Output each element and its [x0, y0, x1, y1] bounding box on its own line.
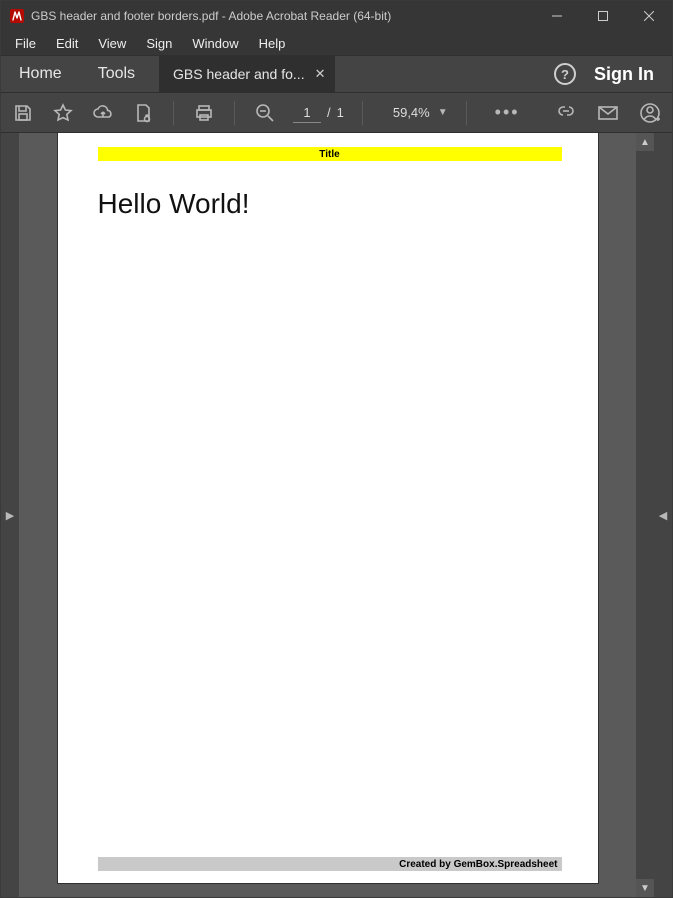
app-icon	[9, 8, 25, 24]
window-title: GBS header and footer borders.pdf - Adob…	[31, 9, 391, 23]
mail-icon[interactable]	[596, 101, 620, 125]
tab-home[interactable]: Home	[1, 56, 80, 92]
toolbar-divider	[234, 101, 235, 125]
tab-document-label: GBS header and fo...	[173, 66, 305, 82]
window-controls	[534, 1, 672, 31]
chevron-down-icon: ▼	[438, 107, 448, 118]
document-viewport[interactable]: Title Hello World! Created by GemBox.Spr…	[19, 133, 636, 897]
cloud-upload-icon[interactable]	[91, 101, 115, 125]
toolbar-divider	[466, 101, 467, 125]
zoom-out-icon[interactable]	[253, 101, 277, 125]
app-window: GBS header and footer borders.pdf - Adob…	[0, 0, 673, 898]
menu-help[interactable]: Help	[249, 31, 296, 55]
account-icon[interactable]	[638, 101, 662, 125]
page-separator: /	[327, 105, 331, 120]
header-right: ? Sign In	[554, 56, 672, 92]
tab-tools[interactable]: Tools	[80, 56, 153, 92]
page-total: 1	[337, 105, 344, 120]
header-row: Home Tools GBS header and fo... ✕ ? Sign…	[1, 55, 672, 93]
toolbar: 1 / 1 59,4% ▼ •••	[1, 93, 672, 133]
toolbar-divider	[173, 101, 174, 125]
page-indicator: 1 / 1	[293, 103, 344, 123]
content-area: ▶ Title Hello World! Created by GemBox.S…	[1, 133, 672, 897]
save-icon[interactable]	[11, 101, 35, 125]
page-header-bar: Title	[98, 147, 562, 161]
menu-file[interactable]: File	[5, 31, 46, 55]
toolbar-divider	[362, 101, 363, 125]
star-icon[interactable]	[51, 101, 75, 125]
more-tools-icon[interactable]: •••	[495, 102, 520, 123]
menu-view[interactable]: View	[88, 31, 136, 55]
maximize-button[interactable]	[580, 1, 626, 31]
page-current-input[interactable]: 1	[293, 103, 321, 123]
zoom-value: 59,4%	[393, 105, 430, 120]
tab-close-icon[interactable]: ✕	[315, 66, 326, 82]
close-button[interactable]	[626, 1, 672, 31]
menu-sign[interactable]: Sign	[136, 31, 182, 55]
scroll-down-icon[interactable]: ▼	[636, 879, 654, 897]
vertical-scrollbar[interactable]: ▲ ▼	[636, 133, 654, 897]
page-footer-bar: Created by GemBox.Spreadsheet	[98, 857, 562, 871]
page-body-text: Hello World!	[98, 188, 250, 220]
menu-edit[interactable]: Edit	[46, 31, 88, 55]
scroll-up-icon[interactable]: ▲	[636, 133, 654, 151]
link-icon[interactable]	[554, 101, 578, 125]
minimize-button[interactable]	[534, 1, 580, 31]
print-icon[interactable]	[192, 101, 216, 125]
menu-window[interactable]: Window	[182, 31, 248, 55]
page-lock-icon[interactable]	[131, 101, 155, 125]
pdf-page: Title Hello World! Created by GemBox.Spr…	[58, 133, 598, 883]
right-panel-toggle[interactable]: ◀	[654, 133, 672, 897]
tab-document[interactable]: GBS header and fo... ✕	[159, 56, 335, 92]
toolbar-right	[554, 101, 662, 125]
menubar: File Edit View Sign Window Help	[1, 31, 672, 55]
titlebar: GBS header and footer borders.pdf - Adob…	[1, 1, 672, 31]
zoom-control[interactable]: 59,4% ▼	[393, 105, 448, 120]
left-panel-toggle[interactable]: ▶	[1, 133, 19, 897]
help-icon[interactable]: ?	[554, 63, 576, 85]
sign-in-button[interactable]: Sign In	[594, 64, 654, 85]
